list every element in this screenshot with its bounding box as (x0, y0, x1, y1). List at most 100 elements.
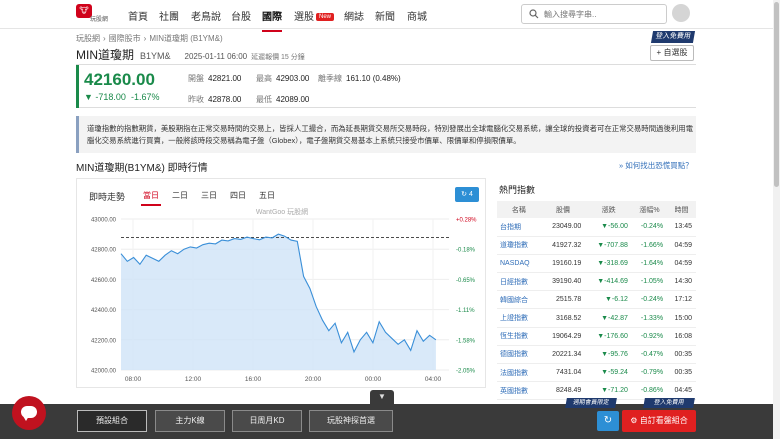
last-price: 42160.00 (84, 70, 155, 89)
column-header: 漲跌 (585, 201, 632, 218)
y-tick-label: 42000.00 (91, 369, 117, 375)
user-avatar-icon[interactable] (672, 4, 690, 22)
scrollbar-thumb[interactable] (774, 2, 779, 187)
table-cell: ▼-707.88 (585, 236, 632, 255)
tab-4day[interactable]: 四日 (230, 190, 246, 201)
quote-field-label: 昨收 (188, 95, 204, 104)
x-tick-label: 08:00 (125, 376, 142, 383)
preset-main-k-button[interactable]: 主力K線 (155, 410, 225, 432)
pct-tick-label: +0.28% (456, 218, 477, 224)
site-logo[interactable]: 🐮 玩股網 (76, 4, 108, 26)
column-header: 時間 (667, 201, 696, 218)
index-name-link[interactable]: 台指期 (497, 218, 541, 237)
quote-field-quarter-line: 離季線 161.10 (0.48%) (318, 73, 401, 84)
column-header: 漲幅% (631, 201, 668, 218)
table-cell: ▼-42.87 (585, 308, 632, 328)
tab-1day[interactable]: 當日 (141, 190, 161, 206)
index-name-link[interactable]: 英國指數 (497, 381, 541, 401)
gear-icon: ⚙ (630, 416, 638, 425)
table-cell: ▼-6.12 (585, 290, 632, 310)
table-cell: 00:35 (667, 363, 696, 383)
table-row[interactable]: 台指期 23049.00 ▼-56.00 -0.24% 13:45 (497, 218, 696, 237)
panic-buy-link[interactable]: » 如何找出恐慌買點？ (619, 160, 693, 171)
table-cell: 3168.52 (540, 308, 586, 328)
preset-default-button[interactable]: 預設組合 (77, 410, 147, 432)
index-name-link[interactable]: 日經指數 (497, 272, 541, 292)
scrollbar[interactable] (773, 0, 780, 439)
nav-shop[interactable]: 商城 (407, 8, 427, 23)
instrument-name: MIN道瓊期 (76, 48, 134, 62)
table-row[interactable]: 道瓊指數 41927.32 ▼-707.88 -1.66% 04:59 (497, 236, 696, 255)
nav-veteran[interactable]: 老鳥說 (191, 8, 221, 23)
quote-field-value: 42821.00 (208, 74, 242, 83)
index-name-link[interactable]: NASDAQ (497, 254, 541, 274)
custom-layout-button[interactable]: ⚙ 自訂看盤組合 (622, 410, 696, 432)
x-tick-label: 00:00 (365, 376, 382, 383)
tab-5day[interactable]: 五日 (259, 190, 275, 201)
intraday-chart-panel: 即時走勢 當日 二日 三日 四日 五日 ↻ 4 WantGoo 玩股網 4300… (76, 178, 486, 388)
nav-blog[interactable]: 網誌 (344, 8, 364, 23)
breadcrumb-intl[interactable]: 國際股市 (109, 34, 141, 43)
table-cell: 15:00 (667, 308, 696, 328)
y-tick-label: 42800.00 (91, 248, 117, 254)
index-name-link[interactable]: 法國指數 (497, 363, 541, 383)
section-title: MIN道瓊期(B1YM&) 即時行情 (76, 163, 208, 174)
table-cell: 16:08 (667, 327, 696, 346)
price-change: ▼ -718.00 -1.67% (84, 92, 159, 102)
table-cell: -1.33% (631, 308, 668, 328)
table-row[interactable]: NASDAQ 19160.19 ▼-318.69 -1.64% 04:59 (497, 254, 696, 274)
index-name-link[interactable]: 德國指數 (497, 345, 541, 365)
nav-tw-stock[interactable]: 台股 (231, 8, 251, 23)
column-header: 名稱 (497, 201, 541, 218)
table-row[interactable]: 德國指數 20221.34 ▼-95.76 -0.47% 00:35 (497, 345, 696, 365)
nav-news[interactable]: 新聞 (375, 8, 395, 23)
index-name-link[interactable]: 恆生指數 (497, 327, 541, 346)
y-tick-label: 43000.00 (91, 218, 117, 224)
tab-2day[interactable]: 二日 (172, 190, 188, 201)
y-tick-label: 42200.00 (91, 338, 117, 344)
table-cell: -0.92% (631, 327, 668, 346)
nav-stock-picker[interactable]: 選股 New (294, 8, 335, 23)
y-tick-label: 42400.00 (91, 308, 117, 314)
nav-community[interactable]: 社團 (159, 8, 179, 23)
table-row[interactable]: 法國指數 7431.04 ▼-59.24 -0.79% 00:35 (497, 363, 696, 383)
table-cell: -0.24% (631, 218, 668, 237)
quote-field-low: 最低 42089.00 (256, 94, 309, 105)
table-row[interactable]: 上證指數 3168.52 ▼-42.87 -1.33% 15:00 (497, 308, 696, 328)
member-tag: 登入免費用 (650, 31, 696, 43)
nav-international[interactable]: 國際 (262, 8, 282, 32)
index-name-link[interactable]: 道瓊指數 (497, 236, 541, 255)
preset-detective-button[interactable]: 玩股神探首選 (309, 410, 393, 432)
refresh-icon[interactable]: ↻ (597, 411, 619, 431)
search-icon (529, 9, 539, 19)
tab-3day[interactable]: 三日 (201, 190, 217, 201)
search-input[interactable] (544, 7, 659, 22)
table-row[interactable]: 韓國綜合 2515.78 ▼-6.12 -0.24% 17:12 (497, 290, 696, 310)
index-name-link[interactable]: 韓國綜合 (497, 290, 541, 310)
preset-kd-button[interactable]: 日周月KD (232, 410, 302, 432)
table-cell: -0.79% (631, 363, 668, 383)
quote-field-high: 最高 42903.00 (256, 73, 309, 84)
refresh-count: 4 (468, 191, 473, 198)
pct-tick-label: -2.05% (456, 369, 476, 375)
bottom-bar-toggle[interactable]: ▼ (370, 390, 394, 404)
nav-stock-picker-label: 選股 (294, 12, 314, 23)
delay-note: 延遲報價 15 分鐘 (251, 54, 305, 61)
x-tick-label: 04:00 (425, 376, 442, 383)
add-watchlist-button[interactable]: + 自選股 (650, 45, 694, 61)
x-tick-label: 20:00 (305, 376, 322, 383)
index-name-link[interactable]: 上證指數 (497, 308, 541, 328)
table-cell: 39190.40 (540, 272, 586, 292)
breadcrumb-home[interactable]: 玩股網 (76, 34, 100, 43)
chart-refresh-button[interactable]: ↻ 4 (455, 187, 479, 202)
table-cell: -0.24% (631, 290, 668, 310)
chat-icon[interactable] (12, 396, 46, 430)
table-row[interactable]: 恆生指數 19064.29 ▼-176.60 -0.92% 16:08 (497, 327, 696, 346)
price-block: 42160.00 ▼ -718.00 -1.67% (76, 65, 179, 108)
table-cell: -1.66% (631, 236, 668, 255)
table-row[interactable]: 日經指數 39190.40 ▼-414.69 -1.05% 14:30 (497, 272, 696, 292)
pct-tick-label: -0.18% (456, 248, 476, 254)
search-box[interactable] (521, 4, 667, 24)
nav-home[interactable]: 首頁 (128, 8, 148, 23)
change-value: ▼ -718.00 (84, 92, 126, 102)
